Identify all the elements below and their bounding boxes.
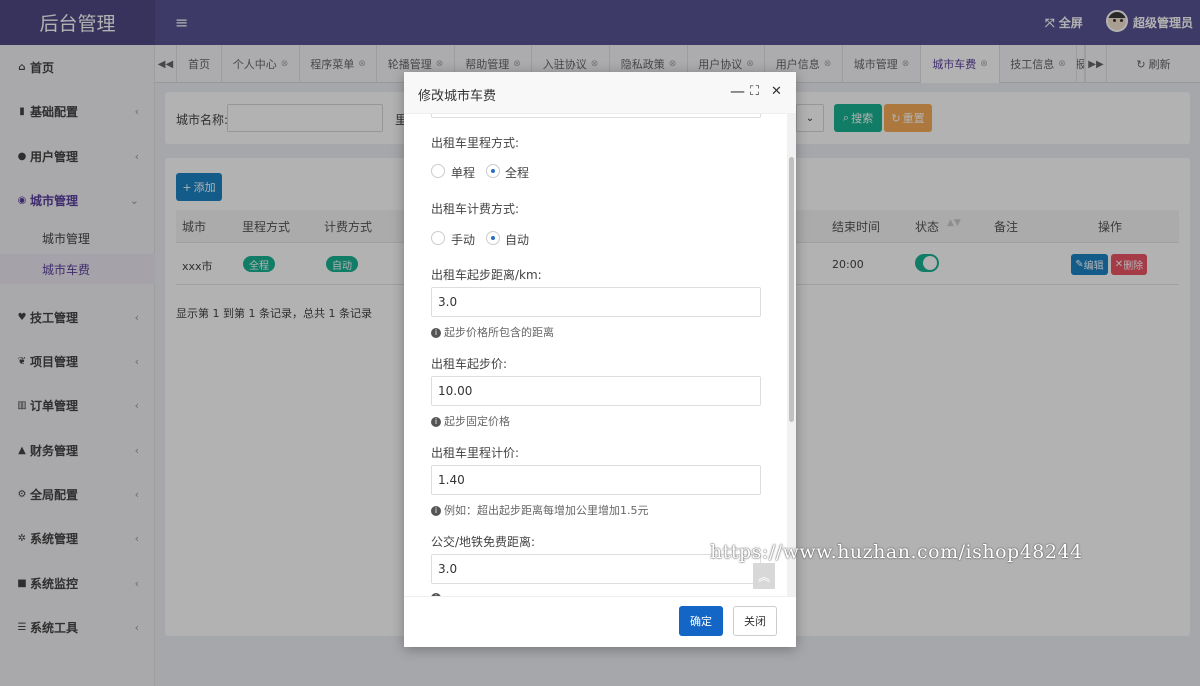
previous-field[interactable] [431, 114, 761, 118]
radio-manual[interactable] [431, 231, 445, 245]
modal-body: 出租车里程方式: 单程 全程 出租车计费方式: 手动 自动 出租车起步距离/km… [404, 114, 796, 596]
start-price-help: i 起步固定价格 [431, 413, 510, 429]
mileage-mode-label: 出租车里程方式: [431, 136, 520, 150]
start-distance-help: i 起步价格所包含的距离 [431, 324, 554, 340]
start-price-input[interactable]: 10.00 [431, 376, 761, 406]
close-button[interactable]: 关闭 [733, 606, 777, 636]
start-price-help-text: 起步固定价格 [444, 415, 510, 428]
info-icon: i [431, 506, 441, 516]
modal-scrollbar-thumb[interactable] [789, 157, 794, 422]
per-km-price-help-text: 例如：超出起步距离每增加公里增加1.5元 [444, 504, 649, 517]
radio-auto-label: 自动 [505, 233, 530, 247]
modal-title: 修改城市车费 [418, 89, 497, 104]
minimize-icon[interactable]: — [730, 82, 745, 100]
billing-mode-label: 出租车计费方式: [431, 202, 520, 216]
watermark: https://www.huzhan.com/ishop48244 [710, 541, 1083, 563]
start-price-label: 出租车起步价: [431, 357, 508, 371]
confirm-button[interactable]: 确定 [679, 606, 723, 636]
maximize-icon[interactable]: ⛶ [750, 84, 759, 99]
per-km-price-help: i 例如：超出起步距离每增加公里增加1.5元 [431, 502, 649, 518]
start-distance-input[interactable]: 3.0 [431, 287, 761, 317]
radio-single-trip[interactable] [431, 164, 445, 178]
radio-manual-label: 手动 [451, 233, 476, 247]
info-icon: i [431, 417, 441, 427]
radio-full-trip[interactable] [486, 164, 500, 178]
per-km-price-input[interactable]: 1.40 [431, 465, 761, 495]
radio-full-trip-label: 全程 [505, 166, 530, 180]
start-distance-help-text: 起步价格所包含的距离 [444, 326, 554, 339]
free-distance-label: 公交/地铁免费距离: [431, 535, 536, 549]
back-to-top-icon[interactable]: ︽ [753, 563, 775, 589]
per-km-price-label: 出租车里程计价: [431, 446, 520, 460]
start-distance-label: 出租车起步距离/km: [431, 268, 542, 282]
close-icon[interactable]: ✕ [771, 84, 782, 99]
radio-auto[interactable] [486, 231, 500, 245]
radio-single-trip-label: 单程 [451, 166, 476, 180]
modal-header: 修改城市车费 — ⛶ ✕ [404, 72, 796, 114]
modal-footer: 确定 关闭 [404, 596, 796, 647]
info-icon: i [431, 328, 441, 338]
